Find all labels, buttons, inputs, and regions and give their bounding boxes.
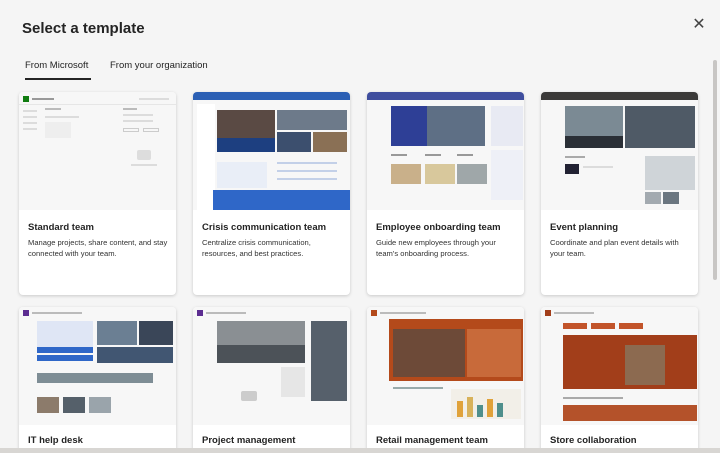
dialog-title: Select a template (22, 20, 145, 37)
template-name: Project management (202, 435, 296, 446)
template-card-retail-management-team[interactable]: Retail management team (367, 307, 524, 453)
template-description: Manage projects, share content, and stay… (28, 238, 168, 258)
template-name: Employee onboarding team (376, 222, 501, 233)
template-name: Store collaboration (550, 435, 637, 446)
template-preview (193, 92, 350, 210)
template-name: Retail management team (376, 435, 488, 446)
template-name: Event planning (550, 222, 619, 233)
template-dialog: Select a template ✕ From Microsoft From … (0, 0, 720, 453)
scrollbar[interactable] (713, 60, 717, 280)
template-preview (541, 92, 698, 210)
template-card-crisis-communication-team[interactable]: Crisis communication team Centralize cri… (193, 92, 350, 295)
template-card-store-collaboration[interactable]: Store collaboration (541, 307, 698, 453)
taskbar-strip (0, 448, 720, 453)
tab-from-your-organization[interactable]: From your organization (110, 60, 208, 71)
template-preview (19, 92, 176, 210)
template-card-standard-team[interactable]: Standard team Manage projects, share con… (19, 92, 176, 295)
template-description: Coordinate and plan event details with y… (550, 238, 679, 258)
template-name: Crisis communication team (202, 222, 327, 233)
template-preview (367, 92, 524, 210)
template-name: IT help desk (28, 435, 83, 446)
template-preview (367, 307, 524, 425)
template-name: Standard team (28, 222, 94, 233)
template-description: Guide new employees through your team's … (376, 238, 496, 258)
template-preview (541, 307, 698, 425)
template-card-project-management[interactable]: Project management (193, 307, 350, 453)
template-card-it-help-desk[interactable]: IT help desk (19, 307, 176, 453)
template-card-employee-onboarding-team[interactable]: Employee onboarding team Guide new emplo… (367, 92, 524, 295)
template-card-event-planning[interactable]: Event planning Coordinate and plan event… (541, 92, 698, 295)
template-description: Centralize crisis communication, resourc… (202, 238, 311, 258)
active-tab-indicator (25, 78, 91, 80)
template-preview (193, 307, 350, 425)
template-preview (19, 307, 176, 425)
tab-from-microsoft[interactable]: From Microsoft (25, 60, 88, 71)
close-icon[interactable]: ✕ (690, 16, 708, 34)
